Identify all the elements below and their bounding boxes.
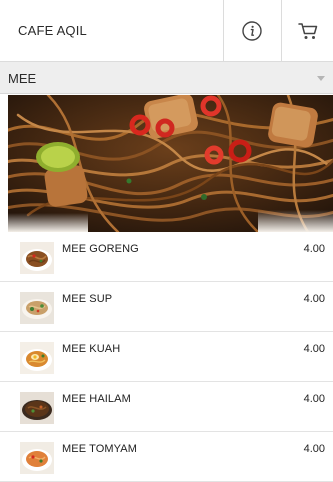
fried-noodles-photo bbox=[8, 95, 333, 232]
category-select[interactable]: MEE bbox=[0, 62, 333, 94]
menu-item-price: 4.00 bbox=[303, 293, 325, 305]
category-label: MEE bbox=[8, 71, 37, 86]
menu-item-name: MEE KUAH bbox=[62, 343, 121, 355]
hero-image bbox=[8, 95, 333, 232]
cafe-title: CAFE AQIL bbox=[18, 23, 87, 38]
list-item[interactable]: MEE SUP 4.00 bbox=[0, 282, 333, 332]
menu-item-name: MEE GORENG bbox=[62, 243, 139, 255]
list-item[interactable]: MEE HAILAM 4.00 bbox=[0, 382, 333, 432]
menu-list: MEE GORENG 4.00 MEE SUP 4.00 MEE KUAH 4.… bbox=[0, 232, 333, 482]
menu-item-price: 4.00 bbox=[303, 243, 325, 255]
list-item[interactable]: MEE TOMYAM 4.00 bbox=[0, 432, 333, 482]
menu-item-price: 4.00 bbox=[303, 393, 325, 405]
mee-goreng-photo bbox=[20, 242, 54, 274]
list-item[interactable]: MEE GORENG 4.00 bbox=[0, 232, 333, 282]
cart-icon bbox=[297, 22, 317, 39]
menu-item-name: MEE TOMYAM bbox=[62, 443, 137, 455]
mee-sup-photo bbox=[20, 292, 54, 324]
mee-hailam-photo bbox=[20, 392, 54, 424]
menu-item-name: MEE SUP bbox=[62, 293, 113, 305]
chevron-down-icon bbox=[317, 76, 325, 81]
info-icon bbox=[242, 20, 262, 41]
menu-item-price: 4.00 bbox=[303, 343, 325, 355]
menu-item-price: 4.00 bbox=[303, 443, 325, 455]
info-button[interactable] bbox=[223, 0, 280, 61]
mee-tomyam-photo bbox=[20, 442, 54, 474]
cart-button[interactable] bbox=[281, 0, 333, 61]
list-item[interactable]: MEE KUAH 4.00 bbox=[0, 332, 333, 382]
mee-kuah-photo bbox=[20, 342, 54, 374]
menu-item-name: MEE HAILAM bbox=[62, 393, 131, 405]
app-header: CAFE AQIL bbox=[0, 0, 333, 62]
